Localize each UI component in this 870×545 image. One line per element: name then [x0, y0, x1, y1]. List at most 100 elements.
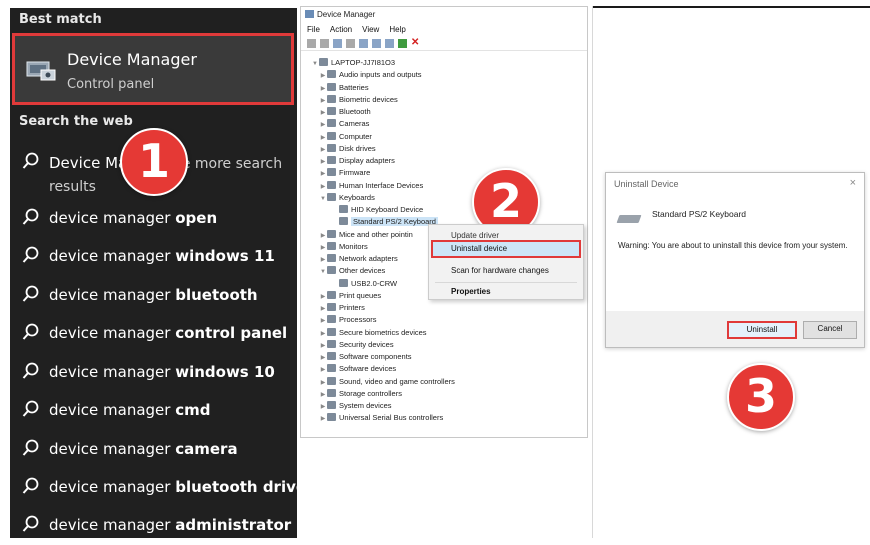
expand-chevron-icon[interactable]: ▶	[319, 230, 327, 242]
tree-item[interactable]: ▶ Human Interface Devices	[319, 180, 423, 192]
menu-view[interactable]: View	[362, 25, 379, 34]
menu-item-properties[interactable]: Properties	[451, 285, 491, 299]
expand-chevron-icon[interactable]: ▶	[319, 168, 327, 180]
tree-item[interactable]: ▶ Display adapters	[319, 155, 395, 167]
cancel-button[interactable]: Cancel	[803, 321, 857, 339]
tree-item[interactable]: ▶ Computer	[319, 131, 372, 143]
web-result-text: device manager windows 10	[49, 363, 275, 381]
tree-item-label: Software components	[339, 352, 412, 361]
tree-item-label: Processors	[339, 315, 377, 325]
web-result-text: device manager administrator	[49, 516, 292, 534]
tree-item[interactable]: ▼ LAPTOP-JJ7I81O3	[311, 57, 395, 69]
expand-chevron-icon[interactable]: ▶	[319, 70, 327, 82]
tree-item[interactable]: ▶ Security devices	[319, 339, 394, 351]
uninstall-x-icon[interactable]: ✕	[411, 37, 419, 49]
expand-chevron-icon[interactable]: ▶	[319, 107, 327, 119]
web-result-item[interactable]: device manager bluetooth	[10, 277, 297, 311]
expand-chevron-icon[interactable]: ▶	[319, 144, 327, 156]
tree-item[interactable]: ▶ Batteries	[319, 82, 369, 94]
web-result-item[interactable]: device manager control panel	[10, 315, 297, 349]
tree-item[interactable]: Standard PS/2 Keyboard	[331, 216, 438, 228]
web-result-item[interactable]: device manager open	[10, 200, 297, 234]
tree-item[interactable]: ▶ Processors	[319, 314, 377, 326]
device-category-icon	[327, 94, 336, 103]
web-result-item[interactable]: device manager bluetooth driver	[10, 469, 297, 503]
device-category-icon	[327, 352, 336, 360]
tree-item[interactable]: ▶ Print queues	[319, 290, 381, 302]
expand-chevron-icon[interactable]: ▶	[319, 132, 327, 144]
expand-chevron-icon[interactable]: ▼	[319, 266, 327, 278]
tree-item[interactable]: ▶ Mice and other pointin	[319, 229, 413, 241]
tree-item[interactable]: ▶ Bluetooth	[319, 106, 371, 118]
expand-chevron-icon[interactable]: ▶	[319, 95, 327, 107]
tree-item[interactable]: ▶ Audio inputs and outputs	[319, 69, 422, 81]
device-category-icon	[327, 315, 336, 324]
expand-chevron-icon[interactable]: ▶	[319, 242, 327, 254]
web-result-item[interactable]: device manager windows 10	[10, 354, 297, 388]
web-result-text: device manager open	[49, 209, 218, 227]
properties-icon[interactable]	[333, 39, 342, 48]
best-match-heading: Best match	[19, 12, 102, 27]
tree-item[interactable]: ▶ Firmware	[319, 167, 370, 179]
tree-item[interactable]: ▶ Printers	[319, 302, 365, 314]
view-icon[interactable]	[346, 39, 355, 48]
monitor-icon[interactable]	[385, 39, 394, 48]
tree-item[interactable]: ▶ System devices	[319, 400, 392, 412]
menu-help[interactable]: Help	[389, 25, 405, 34]
expand-chevron-icon[interactable]: ▼	[311, 58, 319, 70]
forward-icon[interactable]	[320, 39, 329, 48]
expand-chevron-icon[interactable]: ▶	[319, 352, 327, 364]
help-icon[interactable]	[359, 39, 368, 48]
best-match-subtitle: Control panel	[67, 77, 155, 92]
web-result-item[interactable]: device manager cmd	[10, 392, 297, 426]
tree-item[interactable]: HID Keyboard Device	[331, 204, 423, 216]
tree-item[interactable]: ▶ Monitors	[319, 241, 368, 253]
expand-chevron-icon[interactable]: ▶	[319, 119, 327, 131]
update-driver-icon[interactable]	[398, 39, 407, 48]
expand-chevron-icon[interactable]: ▶	[319, 181, 327, 193]
panel-divider	[592, 6, 593, 538]
tree-item[interactable]: ▶ Cameras	[319, 118, 369, 130]
expand-chevron-icon[interactable]: ▶	[319, 340, 327, 352]
expand-chevron-icon[interactable]: ▼	[319, 193, 327, 205]
expand-chevron-icon[interactable]: ▶	[319, 377, 327, 389]
menu-item-scan-hardware[interactable]: Scan for hardware changes	[451, 264, 549, 278]
expand-chevron-icon[interactable]: ▶	[319, 254, 327, 266]
tree-item[interactable]: ▶ Secure biometrics devices	[319, 327, 427, 339]
expand-chevron-icon[interactable]: ▶	[319, 303, 327, 315]
tree-item[interactable]: ▶ Biometric devices	[319, 94, 398, 106]
web-result-item[interactable]: device manager camera	[10, 431, 297, 465]
expand-chevron-icon[interactable]: ▶	[319, 401, 327, 413]
expand-chevron-icon[interactable]: ▶	[319, 413, 327, 425]
list-icon[interactable]	[372, 39, 381, 48]
tree-item[interactable]: ▼ Other devices	[319, 265, 385, 277]
tree-item[interactable]: ▶ Software devices	[319, 363, 396, 375]
tree-item[interactable]: ▶ Software components	[319, 351, 412, 363]
tree-item[interactable]: ▶ Disk drives	[319, 143, 376, 155]
expand-chevron-icon[interactable]: ▶	[319, 156, 327, 168]
tree-item[interactable]: USB2.0-CRW	[331, 278, 397, 290]
web-result-item[interactable]: device manager windows 11	[10, 238, 297, 272]
expand-chevron-icon[interactable]: ▶	[319, 389, 327, 401]
expand-chevron-icon[interactable]: ▶	[319, 83, 327, 95]
back-icon[interactable]	[307, 39, 316, 48]
tree-item-label: Display adapters	[339, 156, 395, 165]
tree-item[interactable]: ▶ Universal Serial Bus controllers	[319, 412, 443, 424]
panel-divider	[592, 6, 870, 8]
tree-item[interactable]: ▶ Sound, video and game controllers	[319, 376, 455, 388]
expand-chevron-icon[interactable]: ▶	[319, 315, 327, 327]
tree-item-label: Print queues	[339, 290, 382, 300]
best-match-result[interactable]: Device Manager Control panel	[12, 33, 294, 105]
expand-chevron-icon[interactable]: ▶	[319, 328, 327, 340]
menu-action[interactable]: Action	[330, 25, 352, 34]
web-result-item[interactable]: device manager administrator	[10, 507, 297, 538]
expand-chevron-icon[interactable]: ▶	[319, 291, 327, 303]
tree-item[interactable]: ▶ Network adapters	[319, 253, 398, 265]
close-icon[interactable]: ×	[850, 177, 856, 189]
uninstall-button[interactable]: Uninstall	[727, 321, 797, 339]
menu-item-uninstall-device[interactable]: Uninstall device	[431, 240, 581, 258]
tree-item[interactable]: ▶ Storage controllers	[319, 388, 402, 400]
tree-item[interactable]: ▼ Keyboards	[319, 192, 375, 204]
expand-chevron-icon[interactable]: ▶	[319, 364, 327, 376]
menu-file[interactable]: File	[307, 25, 320, 34]
